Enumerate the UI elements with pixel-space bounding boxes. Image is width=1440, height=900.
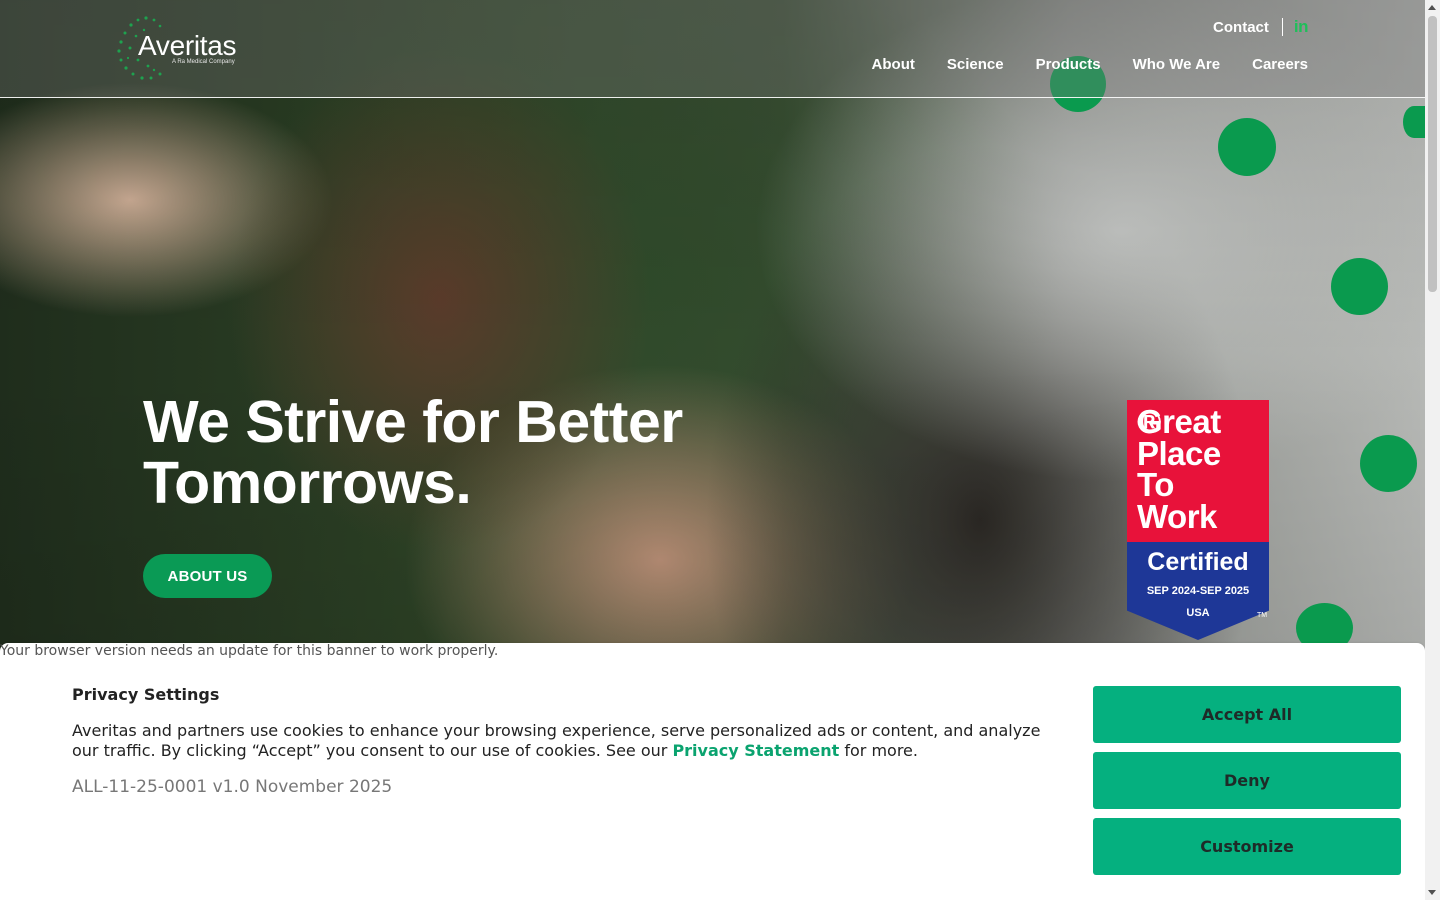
nav-item-products[interactable]: Products [1036, 56, 1101, 73]
main-nav: About Science Products Who We Are Career… [840, 56, 1308, 73]
privacy-description: Averitas and partners use cookies to enh… [72, 721, 1062, 761]
badge-certified: Certified [1147, 548, 1249, 576]
averitas-logo[interactable]: Averitas A Ra Medical Company [116, 16, 256, 82]
badge-red-panel: Great Place To Work ® [1127, 400, 1269, 542]
logo-wordmark: Averitas [138, 30, 237, 61]
linkedin-icon[interactable]: in [1294, 17, 1309, 37]
privacy-text-end: for more. [839, 741, 918, 760]
banner-browser-warning: Your browser version needs an update for… [0, 643, 499, 659]
accept-all-button[interactable]: Accept All [1093, 686, 1401, 743]
customize-button[interactable]: Customize [1093, 818, 1401, 875]
badge-registered-mark: ® [1137, 403, 1161, 440]
nav-item-who-we-are[interactable]: Who We Are [1133, 56, 1221, 73]
badge-trademark: TM [1257, 612, 1268, 619]
scrollbar-thumb[interactable] [1428, 16, 1437, 292]
great-place-to-work-badge: Great Place To Work ® Certified SEP 2024… [1127, 400, 1269, 642]
decorative-dot [1331, 258, 1388, 315]
nav-divider [1281, 18, 1283, 36]
badge-country: USA [1186, 607, 1210, 619]
policy-version: ALL-11-25-0001 v1.0 November 2025 [72, 777, 393, 797]
scroll-up-arrow-icon[interactable] [1428, 5, 1436, 10]
scroll-down-arrow-icon[interactable] [1428, 890, 1436, 895]
decorative-dot [1360, 435, 1417, 492]
hero-headline: We Strive for Better Tomorrows. [143, 389, 683, 516]
about-us-button[interactable]: ABOUT US [143, 554, 272, 598]
badge-dates: SEP 2024-SEP 2025 [1146, 585, 1250, 597]
page-scrollbar[interactable] [1425, 0, 1440, 900]
contact-link[interactable]: Contact [1213, 19, 1269, 36]
decorative-dot [1218, 118, 1276, 176]
nav-item-science[interactable]: Science [947, 56, 1004, 73]
deny-button[interactable]: Deny [1093, 752, 1401, 809]
nav-item-about[interactable]: About [872, 56, 915, 73]
nav-item-careers[interactable]: Careers [1252, 56, 1308, 73]
privacy-settings-title: Privacy Settings [72, 685, 220, 704]
decorative-dot [1403, 106, 1425, 138]
logo-tagline: A Ra Medical Company [172, 59, 235, 65]
privacy-statement-link[interactable]: Privacy Statement [672, 741, 839, 760]
utility-nav: Contact in [1213, 16, 1309, 38]
